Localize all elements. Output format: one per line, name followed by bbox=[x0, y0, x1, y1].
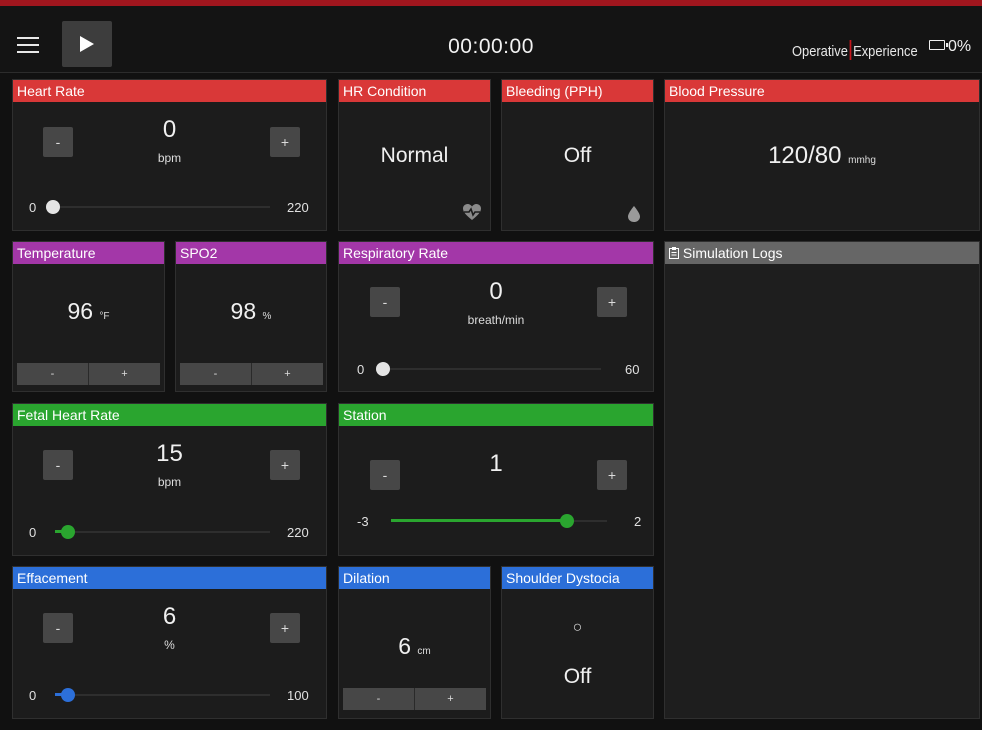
heart-rate-max-label: 220 bbox=[287, 200, 309, 215]
battery-icon bbox=[929, 40, 948, 50]
shoulder-dystocia-title: Shoulder Dystocia bbox=[502, 567, 653, 589]
fetal-heart-rate-slider-track[interactable] bbox=[55, 531, 270, 533]
dilation-minus-button[interactable]: - bbox=[343, 688, 414, 710]
fetal-heart-rate-title: Fetal Heart Rate bbox=[13, 404, 326, 426]
effacement-slider-knob[interactable] bbox=[61, 688, 75, 702]
spo2-reading: 98 % bbox=[176, 298, 326, 325]
shoulder-dystocia-card[interactable]: Shoulder Dystocia ○ Off bbox=[501, 566, 654, 719]
station-slider-fill bbox=[391, 519, 567, 522]
temperature-plus-button[interactable]: + bbox=[88, 363, 160, 385]
respiratory-rate-plus-button[interactable]: + bbox=[597, 287, 627, 317]
effacement-title: Effacement bbox=[13, 567, 326, 589]
respiratory-rate-title: Respiratory Rate bbox=[339, 242, 653, 264]
station-min-label: -3 bbox=[357, 514, 369, 529]
spo2-unit: % bbox=[262, 311, 272, 322]
dilation-card: Dilation 6 cm - + bbox=[338, 566, 491, 719]
shoulder-dystocia-radio[interactable]: ○ bbox=[502, 619, 653, 637]
hr-condition-value: Normal bbox=[380, 144, 449, 167]
dilation-stepper: - + bbox=[343, 688, 486, 710]
spo2-stepper: - + bbox=[180, 363, 323, 385]
blood-pressure-unit: mmhg bbox=[848, 155, 876, 166]
temperature-value: 96 bbox=[67, 298, 94, 324]
battery-status: 0% bbox=[929, 38, 971, 56]
dilation-reading: 6 cm bbox=[339, 633, 490, 660]
station-card: Station - 1 + -3 2 bbox=[338, 403, 654, 556]
temperature-minus-button[interactable]: - bbox=[17, 363, 88, 385]
respiratory-rate-slider-knob[interactable] bbox=[376, 362, 390, 376]
simulation-logs-title: Simulation Logs bbox=[682, 245, 783, 261]
brand-right-text: Experience bbox=[853, 43, 918, 60]
temperature-title: Temperature bbox=[13, 242, 164, 264]
hr-condition-card[interactable]: HR Condition Normal bbox=[338, 79, 491, 231]
blood-drop-icon bbox=[628, 206, 640, 222]
effacement-slider-track[interactable] bbox=[55, 694, 270, 696]
simulation-logs-panel: Simulation Logs bbox=[664, 241, 980, 719]
heart-rate-slider-track[interactable] bbox=[48, 206, 270, 208]
fetal-heart-rate-plus-button[interactable]: + bbox=[270, 450, 300, 480]
effacement-plus-button[interactable]: + bbox=[270, 613, 300, 643]
spo2-title: SPO2 bbox=[176, 242, 326, 264]
bleeding-card[interactable]: Bleeding (PPH) Off bbox=[501, 79, 654, 231]
effacement-min-label: 0 bbox=[29, 688, 37, 703]
dilation-unit: cm bbox=[417, 646, 431, 657]
dilation-title: Dilation bbox=[339, 567, 490, 589]
effacement-card: Effacement - 6 % + 0 100 bbox=[12, 566, 327, 719]
respiratory-rate-max-label: 60 bbox=[625, 362, 640, 377]
station-slider-knob[interactable] bbox=[560, 514, 574, 528]
respiratory-rate-min-label: 0 bbox=[357, 362, 365, 377]
simulation-logs-header: Simulation Logs bbox=[665, 242, 979, 264]
blood-pressure-title: Blood Pressure bbox=[665, 80, 979, 102]
effacement-max-label: 100 bbox=[287, 688, 309, 703]
fetal-heart-rate-slider-knob[interactable] bbox=[61, 525, 75, 539]
heart-rate-plus-button[interactable]: + bbox=[270, 127, 300, 157]
station-plus-button[interactable]: + bbox=[597, 460, 627, 490]
temperature-unit: °F bbox=[99, 311, 110, 322]
blood-pressure-reading: 120/80 mmhg bbox=[665, 142, 979, 170]
top-bar: 00:00:00 Operative Experience 0% bbox=[0, 6, 982, 73]
shoulder-dystocia-value: Off bbox=[563, 665, 592, 688]
temperature-stepper: - + bbox=[17, 363, 160, 385]
station-title: Station bbox=[339, 404, 653, 426]
temperature-card: Temperature 96 °F - + bbox=[12, 241, 165, 392]
blood-pressure-card[interactable]: Blood Pressure 120/80 mmhg bbox=[664, 79, 980, 231]
heart-rate-card: Heart Rate - 0 bpm + 0 220 bbox=[12, 79, 327, 231]
dilation-plus-button[interactable]: + bbox=[414, 688, 486, 710]
battery-level: 0% bbox=[948, 38, 972, 55]
heart-rate-title: Heart Rate bbox=[13, 80, 326, 102]
brand-left-text: Operative bbox=[792, 43, 848, 60]
heart-rate-slider-knob[interactable] bbox=[46, 200, 60, 214]
station-max-label: 2 bbox=[634, 514, 642, 529]
dilation-value: 6 bbox=[398, 633, 412, 659]
temperature-reading: 96 °F bbox=[13, 298, 164, 325]
respiratory-rate-slider-track[interactable] bbox=[379, 368, 601, 370]
spo2-card: SPO2 98 % - + bbox=[175, 241, 327, 392]
heart-pulse-icon bbox=[463, 204, 481, 220]
brand-separator bbox=[849, 40, 852, 60]
clipboard-icon bbox=[669, 247, 679, 259]
fetal-heart-rate-min-label: 0 bbox=[29, 525, 37, 540]
spo2-plus-button[interactable]: + bbox=[251, 363, 323, 385]
heart-rate-min-label: 0 bbox=[29, 200, 37, 215]
spo2-value: 98 bbox=[230, 298, 257, 324]
respiratory-rate-card: Respiratory Rate - 0 breath/min + 0 60 bbox=[338, 241, 654, 392]
brand-logo: Operative Experience bbox=[792, 40, 918, 60]
spo2-minus-button[interactable]: - bbox=[180, 363, 251, 385]
bleeding-value: Off bbox=[563, 144, 592, 167]
fetal-heart-rate-max-label: 220 bbox=[287, 525, 309, 540]
bleeding-title: Bleeding (PPH) bbox=[502, 80, 653, 102]
blood-pressure-value: 120/80 bbox=[768, 142, 842, 169]
fetal-heart-rate-card: Fetal Heart Rate - 15 bpm + 0 220 bbox=[12, 403, 327, 556]
hr-condition-title: HR Condition bbox=[339, 80, 490, 102]
